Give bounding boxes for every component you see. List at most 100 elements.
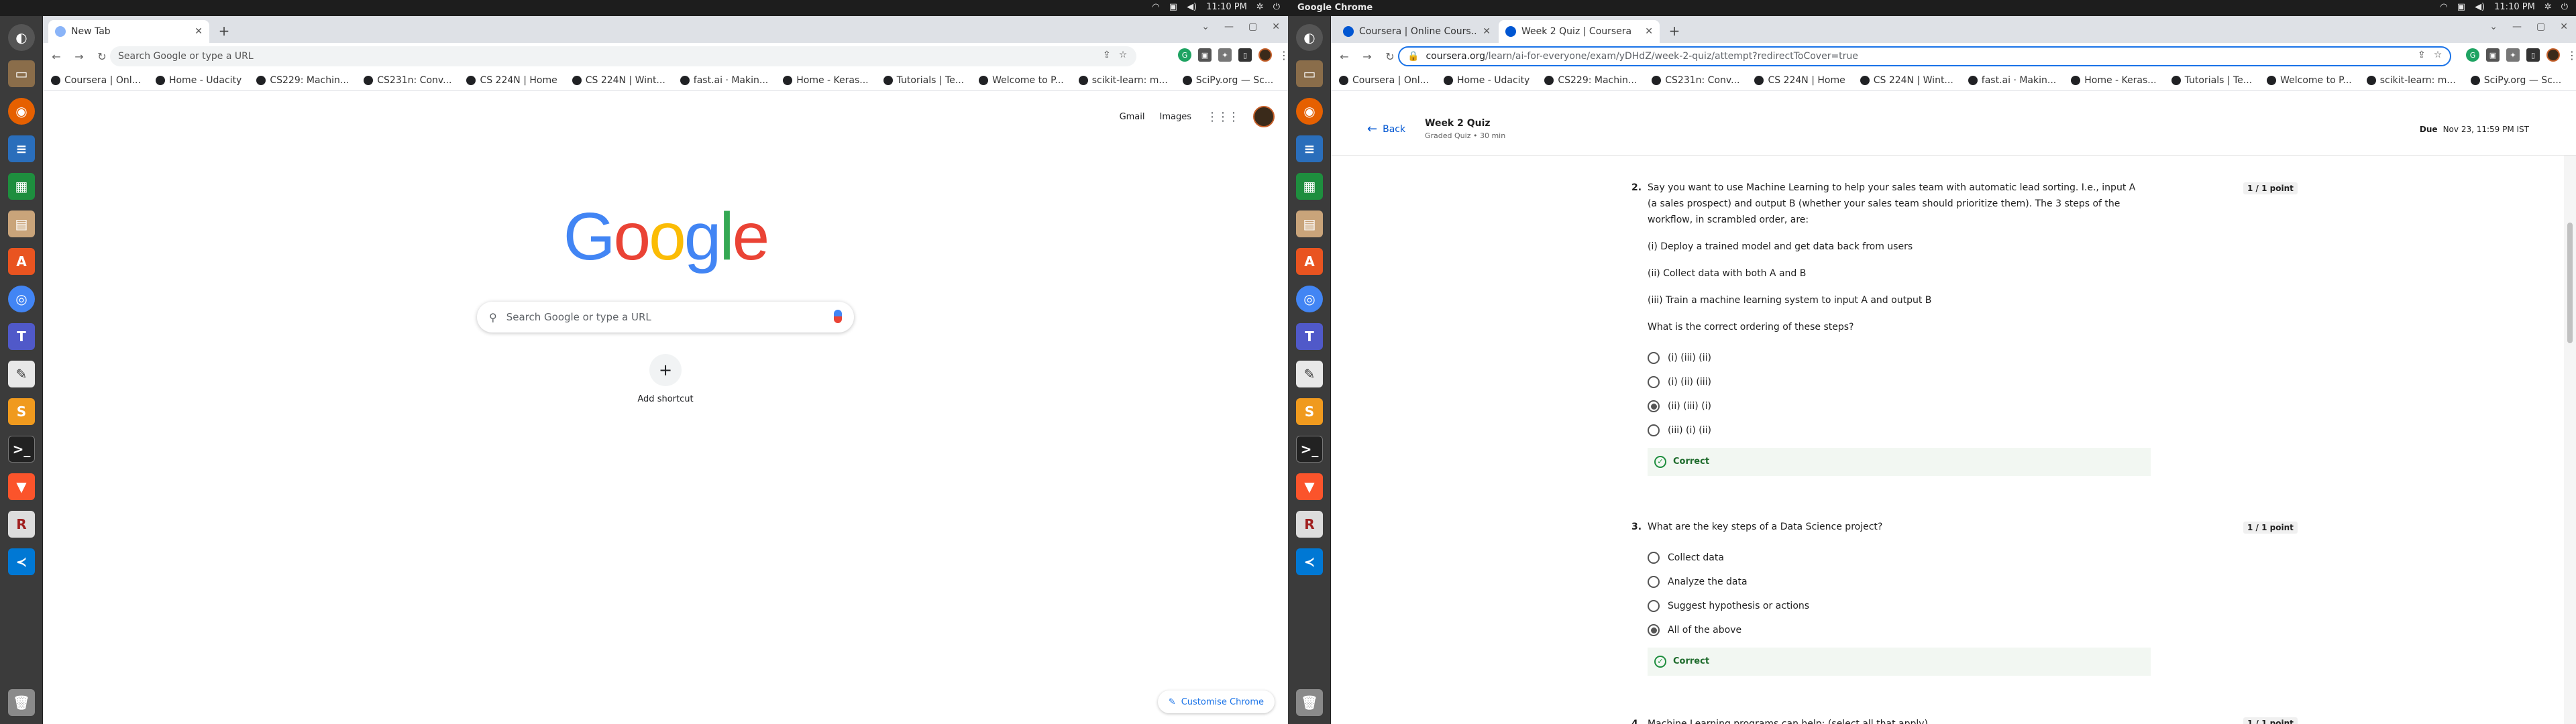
microphone-icon[interactable]	[834, 310, 842, 323]
bookmark-item[interactable]: fast.ai · Makin...	[680, 75, 768, 86]
bookmark-item[interactable]: scikit-learn: m...	[1078, 75, 1168, 86]
grammarly-icon[interactable]: G	[2466, 48, 2479, 62]
active-app-name[interactable]: Google Chrome	[1297, 3, 1373, 13]
bookmark-item[interactable]: scikit-learn: m...	[2366, 75, 2456, 86]
answer-option[interactable]: (iii) (i) (ii)	[1648, 418, 2144, 442]
dock-brave-icon[interactable]: ▼	[1296, 473, 1323, 500]
tab-new-tab[interactable]: New Tab ✕	[48, 20, 209, 43]
extension-icon[interactable]: ▣	[2486, 48, 2500, 62]
dock-vscode-icon[interactable]: ≺	[1296, 548, 1323, 575]
answer-option[interactable]: Suggest hypothesis or actions	[1648, 594, 2144, 618]
apps-grid-icon[interactable]: ⋮⋮⋮	[1206, 110, 1240, 124]
bookmark-item[interactable]: CS229: Machin...	[1544, 75, 1637, 86]
tab-week2-quiz[interactable]: Week 2 Quiz | Coursera ✕	[1499, 20, 1660, 43]
bookmark-item[interactable]: CS231n: Conv...	[1652, 75, 1739, 86]
bookmark-item[interactable]: Home - Udacity	[1443, 75, 1529, 86]
bookmark-item[interactable]: Welcome to P...	[979, 75, 1064, 86]
bookmark-item[interactable]: Tutorials | Te...	[2171, 75, 2252, 86]
avatar[interactable]	[1253, 106, 1275, 127]
bookmark-item[interactable]: Welcome to P...	[2267, 75, 2352, 86]
bookmark-item[interactable]: Coursera | Onl...	[51, 75, 141, 86]
dock-calc-icon[interactable]: ▦	[8, 173, 35, 200]
dock-chrome-icon[interactable]: ◎	[1296, 286, 1323, 312]
dock-activities-icon[interactable]: ◐	[1296, 24, 1323, 51]
bookmark-item[interactable]: Home - Udacity	[155, 75, 241, 86]
dock-firefox-icon[interactable]: ◉	[8, 98, 35, 125]
answer-option[interactable]: Analyze the data	[1648, 570, 2144, 594]
sidebar-icon[interactable]: ▯	[1238, 48, 1252, 62]
dock-rstudio-icon[interactable]: R	[8, 511, 35, 538]
dock-impress-icon[interactable]: ▤	[1296, 210, 1323, 237]
dock-trash-icon[interactable]: 🗑	[8, 689, 35, 716]
radio-button[interactable]	[1648, 352, 1660, 364]
answer-option-selected[interactable]: (ii) (iii) (i)	[1648, 394, 2144, 418]
close-window-button[interactable]: ✕	[2560, 21, 2568, 32]
bookmark-item[interactable]: SciPy.org — Sc...	[2470, 75, 2561, 86]
bookmark-item[interactable]: CS 224N | Home	[466, 75, 557, 86]
dock-terminal-icon[interactable]: >_	[8, 436, 35, 463]
share-icon[interactable]: ⇪	[2418, 50, 2426, 60]
search-input[interactable]: ⚲ Search Google or type a URL	[477, 302, 854, 333]
radio-button[interactable]	[1648, 552, 1660, 564]
add-shortcut-button[interactable]: + Add shortcut	[632, 354, 699, 404]
close-icon[interactable]: ✕	[195, 26, 203, 37]
minimize-button[interactable]: —	[2512, 21, 2522, 32]
close-icon[interactable]: ✕	[1645, 26, 1653, 37]
answer-option[interactable]: Collect data	[1648, 546, 2144, 570]
radio-button-checked[interactable]	[1648, 624, 1660, 636]
forward-arrow-icon[interactable]: →	[1358, 47, 1377, 66]
gmail-link[interactable]: Gmail	[1120, 112, 1145, 122]
dock-calc-icon[interactable]: ▦	[1296, 173, 1323, 200]
dock-text-editor-icon[interactable]: ✎	[8, 361, 35, 387]
dock-impress-icon[interactable]: ▤	[8, 210, 35, 237]
answer-option[interactable]: (i) (ii) (iii)	[1648, 370, 2144, 394]
sidebar-icon[interactable]: ▯	[2526, 48, 2540, 62]
scrollbar-thumb[interactable]	[2567, 223, 2573, 343]
dock-teams-icon[interactable]: T	[8, 323, 35, 350]
answer-option[interactable]: (i) (iii) (ii)	[1648, 346, 2144, 370]
scrollbar[interactable]	[2564, 156, 2576, 724]
menu-icon[interactable]: ⋮	[2567, 49, 2576, 62]
forward-arrow-icon[interactable]: →	[70, 47, 89, 66]
dock-terminal-icon[interactable]: >_	[1296, 436, 1323, 463]
star-icon[interactable]: ☆	[2434, 50, 2443, 60]
maximize-button[interactable]: ▢	[2536, 21, 2545, 32]
grammarly-icon[interactable]: G	[1178, 48, 1191, 62]
address-bar[interactable]: 🔒 coursera.org/learn/ai-for-everyone/exa…	[1398, 46, 2451, 66]
new-tab-button[interactable]: +	[1665, 21, 1684, 40]
radio-button-checked[interactable]	[1648, 400, 1660, 412]
customise-chrome-button[interactable]: ✎ Customise Chrome	[1157, 690, 1275, 713]
minimize-button[interactable]: —	[1224, 21, 1234, 32]
puzzle-icon[interactable]: ✦	[1218, 48, 1232, 62]
dock-sublime-icon[interactable]: S	[8, 398, 35, 425]
maximize-button[interactable]: ▢	[1248, 21, 1257, 32]
bookmark-item[interactable]: fast.ai · Makin...	[1968, 75, 2056, 86]
answer-option-selected[interactable]: All of the above	[1648, 618, 2144, 642]
dock-vscode-icon[interactable]: ≺	[8, 548, 35, 575]
system-tray[interactable]: ◠ ▣ ◀) 11:10 PM ✲ ⏻	[2440, 2, 2568, 12]
dock-software-icon[interactable]: A	[1296, 248, 1323, 275]
bookmark-item[interactable]: CS229: Machin...	[256, 75, 349, 86]
dock-firefox-icon[interactable]: ◉	[1296, 98, 1323, 125]
radio-button[interactable]	[1648, 576, 1660, 588]
extension-icon[interactable]: ▣	[1198, 48, 1212, 62]
dock-files-icon[interactable]: ▭	[1296, 60, 1323, 87]
bookmark-item[interactable]: SciPy.org — Sc...	[1182, 75, 1273, 86]
dock-text-editor-icon[interactable]: ✎	[1296, 361, 1323, 387]
back-arrow-icon[interactable]: ←	[47, 47, 66, 66]
dock-software-icon[interactable]: A	[8, 248, 35, 275]
bookmark-item[interactable]: CS 224N | Wint...	[1860, 75, 1953, 86]
radio-button[interactable]	[1648, 376, 1660, 388]
puzzle-icon[interactable]: ✦	[2506, 48, 2520, 62]
dock-rstudio-icon[interactable]: R	[1296, 511, 1323, 538]
bookmark-item[interactable]: CS 224N | Wint...	[572, 75, 665, 86]
back-arrow-icon[interactable]: ←	[1335, 47, 1354, 66]
system-tray[interactable]: ◠ ▣ ◀) 11:10 PM ✲ ⏻	[1152, 2, 1280, 12]
images-link[interactable]: Images	[1160, 112, 1192, 122]
dock-sublime-icon[interactable]: S	[1296, 398, 1323, 425]
bookmark-item[interactable]: Home - Keras...	[2071, 75, 2157, 86]
close-icon[interactable]: ✕	[1483, 26, 1491, 37]
dock-trash-icon[interactable]: 🗑	[1296, 689, 1323, 716]
new-tab-button[interactable]: +	[215, 21, 233, 40]
share-icon[interactable]: ⇪	[1103, 50, 1111, 60]
